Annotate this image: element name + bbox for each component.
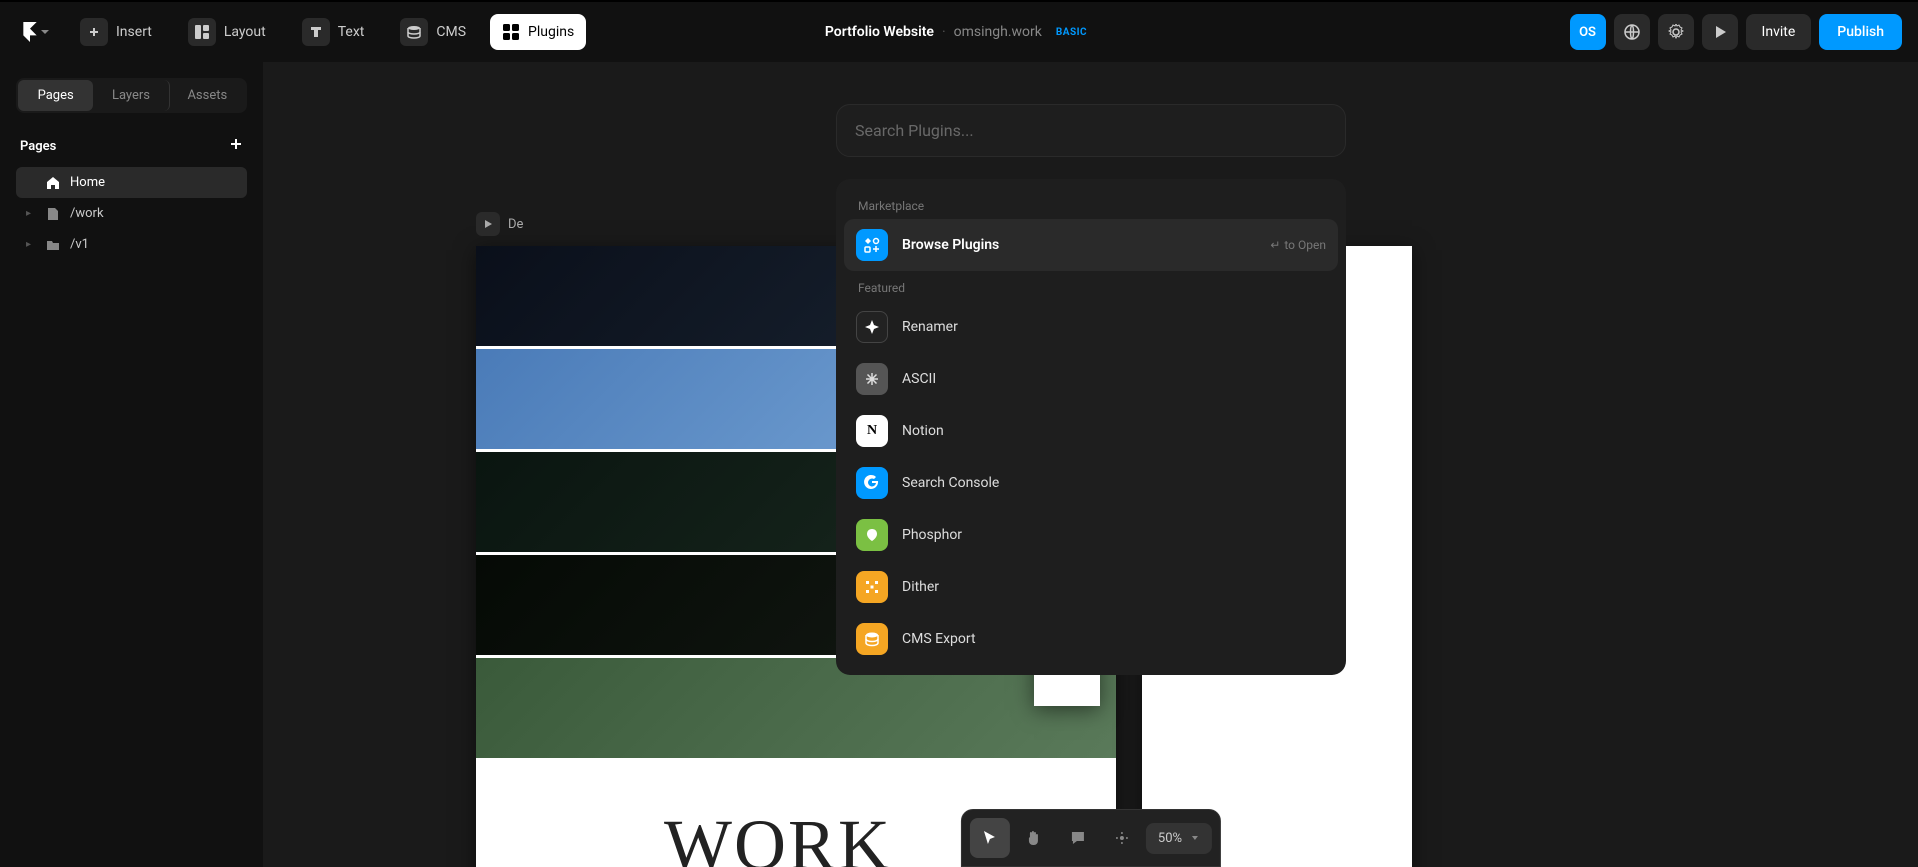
insert-label: Insert bbox=[116, 24, 152, 40]
frame-primary-icon[interactable] bbox=[476, 212, 500, 236]
plugin-search-console[interactable]: Search Console bbox=[844, 457, 1338, 509]
canvas[interactable]: De WORK nt bbox=[264, 62, 1918, 867]
ascii-icon bbox=[856, 363, 888, 395]
add-page-button[interactable] bbox=[229, 137, 243, 155]
plugin-label: ASCII bbox=[902, 371, 936, 387]
work-heading: WORK bbox=[664, 804, 892, 867]
settings-button[interactable] bbox=[1658, 14, 1694, 50]
globe-button[interactable] bbox=[1614, 14, 1650, 50]
cursor-tool[interactable] bbox=[970, 818, 1010, 858]
page-icon bbox=[46, 207, 60, 221]
plugin-label: Notion bbox=[902, 423, 944, 439]
invite-button[interactable]: Invite bbox=[1746, 14, 1812, 50]
tab-layers[interactable]: Layers bbox=[93, 80, 169, 111]
user-avatar[interactable]: OS bbox=[1570, 14, 1606, 50]
publish-label: Publish bbox=[1837, 24, 1884, 40]
chevron-right-icon[interactable]: ▸ bbox=[26, 239, 36, 250]
plugin-cms-export[interactable]: CMS Export bbox=[844, 613, 1338, 665]
renamer-icon bbox=[856, 311, 888, 343]
plugin-notion[interactable]: N Notion bbox=[844, 405, 1338, 457]
sidebar: Pages Layers Assets Pages Home ▸ /work ▸… bbox=[0, 62, 264, 867]
plugin-label: Renamer bbox=[902, 319, 958, 335]
bottom-toolbar: 50% bbox=[961, 809, 1221, 867]
page-label: Home bbox=[70, 175, 105, 190]
plugin-ascii[interactable]: ASCII bbox=[844, 353, 1338, 405]
plan-badge: BASIC bbox=[1050, 25, 1093, 40]
home-icon bbox=[46, 176, 60, 190]
chevron-right-icon[interactable]: ▸ bbox=[26, 208, 36, 219]
plugin-label: Phosphor bbox=[902, 527, 962, 543]
layout-label: Layout bbox=[224, 24, 266, 40]
invite-label: Invite bbox=[1762, 24, 1796, 40]
dither-icon bbox=[856, 571, 888, 603]
text-button[interactable]: Text bbox=[290, 14, 377, 50]
tab-pages[interactable]: Pages bbox=[18, 80, 93, 111]
cms-icon bbox=[400, 18, 428, 46]
tab-assets[interactable]: Assets bbox=[170, 80, 245, 111]
project-domain: omsingh.work bbox=[954, 24, 1042, 40]
search-console-icon bbox=[856, 467, 888, 499]
plugin-dither[interactable]: Dither bbox=[844, 561, 1338, 613]
text-label: Text bbox=[338, 24, 365, 40]
framer-logo-menu[interactable] bbox=[16, 12, 56, 52]
plugin-label: Dither bbox=[902, 579, 939, 595]
effects-tool[interactable] bbox=[1102, 818, 1142, 858]
plugin-phosphor[interactable]: Phosphor bbox=[844, 509, 1338, 561]
project-name: Portfolio Website bbox=[825, 24, 934, 40]
plugin-label: CMS Export bbox=[902, 631, 976, 647]
plugins-label: Plugins bbox=[528, 24, 574, 40]
plugins-icon bbox=[502, 23, 520, 41]
layout-icon bbox=[188, 18, 216, 46]
text-icon bbox=[302, 18, 330, 46]
project-title: Portfolio Website · omsingh.work BASIC bbox=[825, 24, 1093, 40]
cms-export-icon bbox=[856, 623, 888, 655]
publish-button[interactable]: Publish bbox=[1819, 14, 1902, 50]
hand-tool[interactable] bbox=[1014, 818, 1054, 858]
page-item-home[interactable]: Home bbox=[16, 167, 247, 198]
plugin-browse[interactable]: Browse Plugins ↵ to Open bbox=[844, 219, 1338, 271]
chevron-down-icon bbox=[1190, 833, 1200, 843]
notion-icon: N bbox=[856, 415, 888, 447]
frame-label: De bbox=[508, 217, 523, 232]
page-label: /v1 bbox=[70, 237, 89, 252]
page-item-work[interactable]: ▸ /work bbox=[16, 198, 247, 229]
plugins-modal: Search Plugins... Marketplace Browse Plu… bbox=[836, 104, 1346, 675]
sidebar-tabs: Pages Layers Assets bbox=[16, 78, 247, 113]
folder-icon bbox=[46, 238, 60, 252]
layout-button[interactable]: Layout bbox=[176, 14, 278, 50]
plugins-button[interactable]: Plugins bbox=[490, 14, 586, 50]
play-button[interactable] bbox=[1702, 14, 1738, 50]
plugins-search-input[interactable]: Search Plugins... bbox=[836, 104, 1346, 157]
insert-button[interactable]: Insert bbox=[68, 14, 164, 50]
pages-header-label: Pages bbox=[20, 139, 56, 154]
cms-label: CMS bbox=[436, 24, 466, 40]
zoom-value: 50% bbox=[1158, 831, 1182, 846]
phosphor-icon bbox=[856, 519, 888, 551]
plugin-label: Browse Plugins bbox=[902, 237, 999, 253]
section-featured: Featured bbox=[844, 271, 1338, 301]
section-marketplace: Marketplace bbox=[844, 189, 1338, 219]
comment-tool[interactable] bbox=[1058, 818, 1098, 858]
search-placeholder: Search Plugins... bbox=[855, 121, 974, 140]
zoom-select[interactable]: 50% bbox=[1146, 823, 1212, 854]
insert-icon bbox=[80, 18, 108, 46]
page-item-v1[interactable]: ▸ /v1 bbox=[16, 229, 247, 260]
browse-plugins-icon bbox=[856, 229, 888, 261]
cms-button[interactable]: CMS bbox=[388, 14, 478, 50]
open-hint: ↵ to Open bbox=[1270, 238, 1326, 252]
page-label: /work bbox=[70, 206, 104, 221]
plugin-renamer[interactable]: Renamer bbox=[844, 301, 1338, 353]
plugin-label: Search Console bbox=[902, 475, 999, 491]
